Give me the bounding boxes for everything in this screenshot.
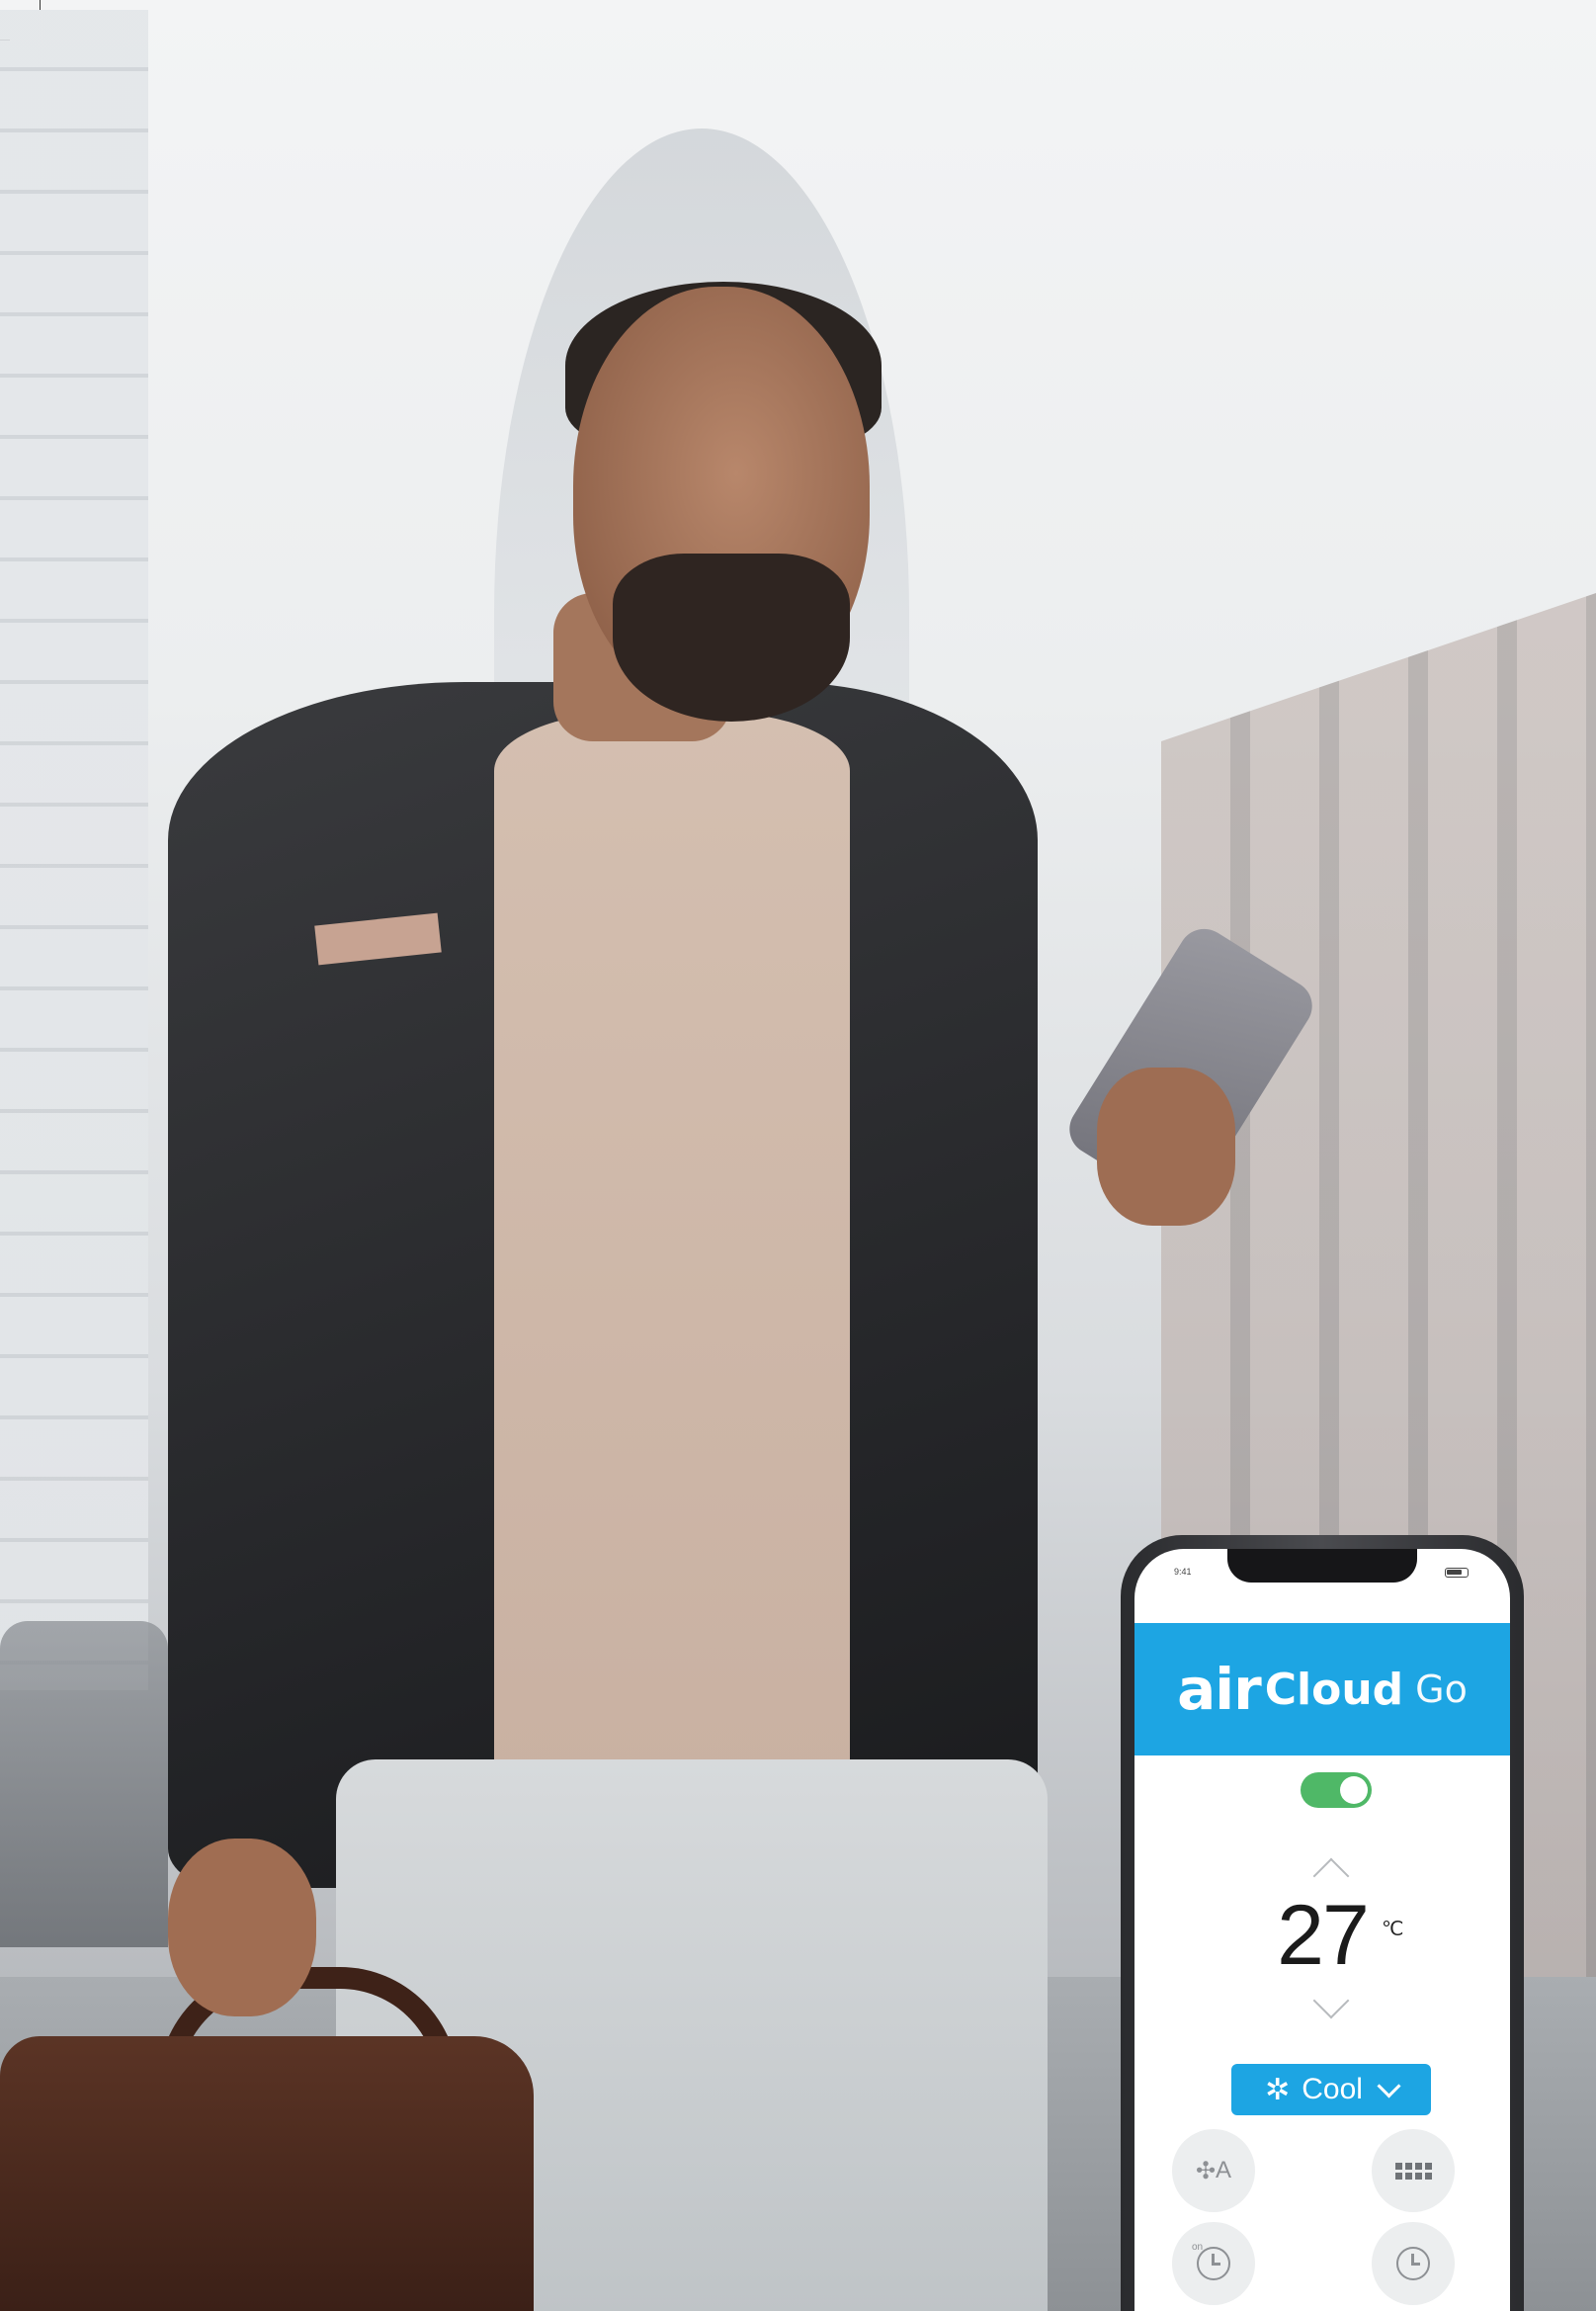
- brand-cloud: Cloud: [1264, 1664, 1404, 1715]
- timer-on-icon: [1197, 2247, 1230, 2280]
- temperature-down-icon[interactable]: [1312, 1982, 1350, 2019]
- app-header: air Cloud Go: [1134, 1623, 1510, 1755]
- temperature-unit: ℃: [1382, 1919, 1404, 1940]
- louver-button[interactable]: [1372, 2129, 1455, 2212]
- status-time: 9:41: [1174, 1567, 1192, 1577]
- app-screen: 9:41 air Cloud Go 27 ℃ ✲ Cool ✣ A on: [1134, 1549, 1510, 2311]
- crop-mark: [40, 0, 41, 10]
- mode-label: Cool: [1302, 2073, 1363, 2105]
- brand-air: air: [1177, 1656, 1262, 1723]
- timer-icon: [1396, 2247, 1430, 2280]
- bus: [0, 1621, 168, 1947]
- fan-speed-label: A: [1216, 2157, 1232, 2183]
- blazer: [168, 682, 1038, 1888]
- brand-go: Go: [1415, 1668, 1468, 1711]
- phone-mockup: 9:41 air Cloud Go 27 ℃ ✲ Cool ✣ A on: [1121, 1535, 1524, 2311]
- chevron-down-icon: [1377, 2073, 1401, 2098]
- battery-icon: [1445, 1568, 1469, 1578]
- fan-icon: ✣: [1195, 2157, 1217, 2184]
- fan-speed-button[interactable]: ✣ A: [1172, 2129, 1255, 2212]
- mode-dropdown[interactable]: ✲ Cool: [1231, 2064, 1431, 2115]
- snowflake-icon: ✲: [1265, 2073, 1291, 2106]
- louver-grid-icon: [1394, 2162, 1432, 2180]
- pocket-square: [314, 912, 442, 966]
- temperature-value: 27: [1277, 1888, 1370, 1983]
- gherkin-tower: [494, 128, 909, 820]
- phone-notch: [1227, 1549, 1417, 1583]
- t-shirt: [494, 712, 850, 1779]
- skyscraper-left: [0, 10, 148, 1690]
- timer-on-button[interactable]: on: [1172, 2222, 1255, 2305]
- toggle-knob: [1340, 1776, 1368, 1804]
- timer-button[interactable]: [1372, 2222, 1455, 2305]
- power-toggle[interactable]: [1301, 1772, 1372, 1808]
